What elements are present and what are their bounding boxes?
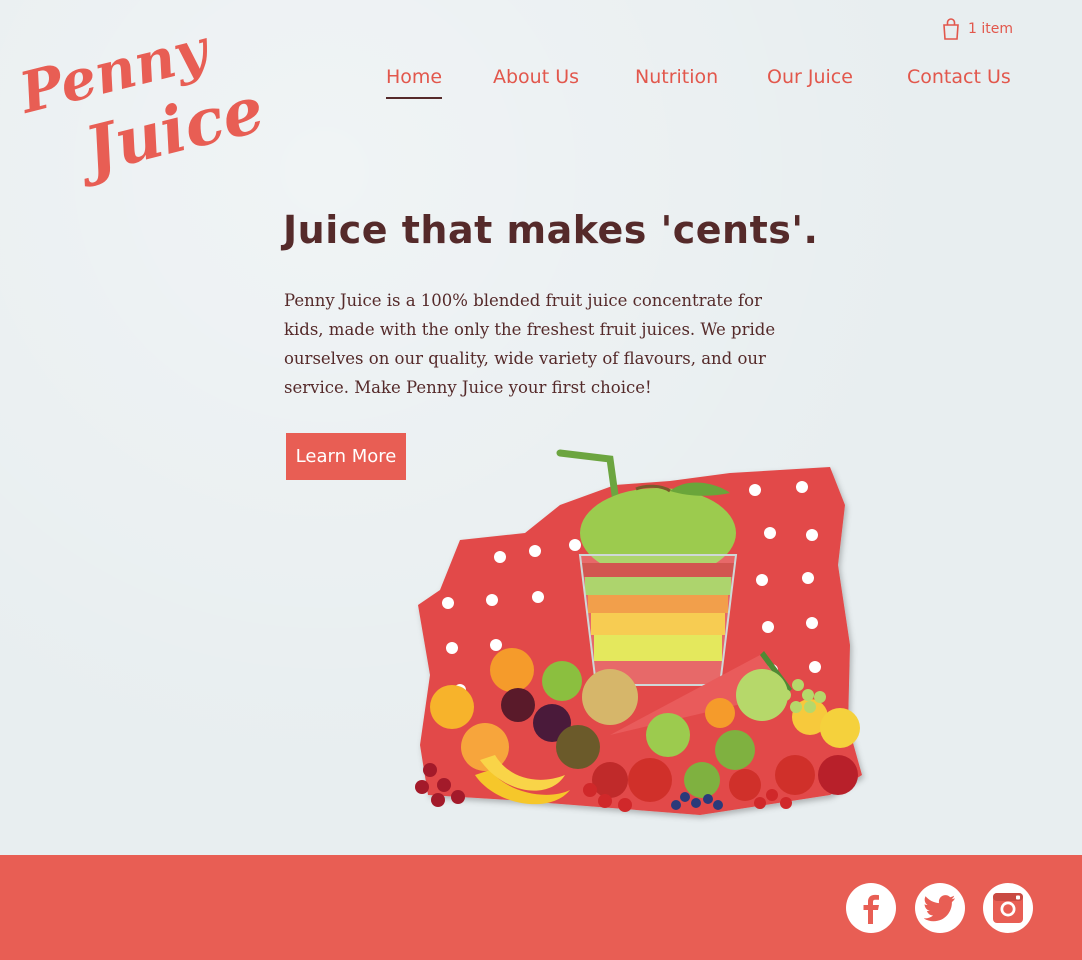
learn-more-button[interactable]: Learn More bbox=[286, 433, 406, 480]
main-nav: Home About Us Nutrition Our Juice Contac… bbox=[0, 66, 1082, 106]
nav-contact-us[interactable]: Contact Us bbox=[907, 66, 1011, 97]
hero-headline: Juice that makes 'cents'. bbox=[283, 208, 819, 252]
twitter-icon[interactable] bbox=[915, 883, 965, 933]
page-body: 1 item Penny Juice Home About Us Nutriti… bbox=[0, 0, 1082, 855]
cart-link[interactable]: 1 item bbox=[942, 18, 1013, 40]
instagram-icon[interactable] bbox=[983, 883, 1033, 933]
hero-description: Penny Juice is a 100% blended fruit juic… bbox=[284, 291, 776, 397]
nav-home[interactable]: Home bbox=[386, 66, 443, 99]
juice-glass-with-fruit-image bbox=[400, 445, 880, 830]
cart-count: 1 item bbox=[968, 21, 1013, 37]
nav-our-juice[interactable]: Our Juice bbox=[767, 66, 853, 97]
shopping-bag-icon bbox=[942, 18, 960, 40]
facebook-icon[interactable] bbox=[846, 883, 896, 933]
penny-juice-logo[interactable]: Penny Juice bbox=[22, 28, 302, 188]
nav-about-us[interactable]: About Us bbox=[493, 66, 579, 97]
nav-nutrition[interactable]: Nutrition bbox=[635, 66, 718, 97]
